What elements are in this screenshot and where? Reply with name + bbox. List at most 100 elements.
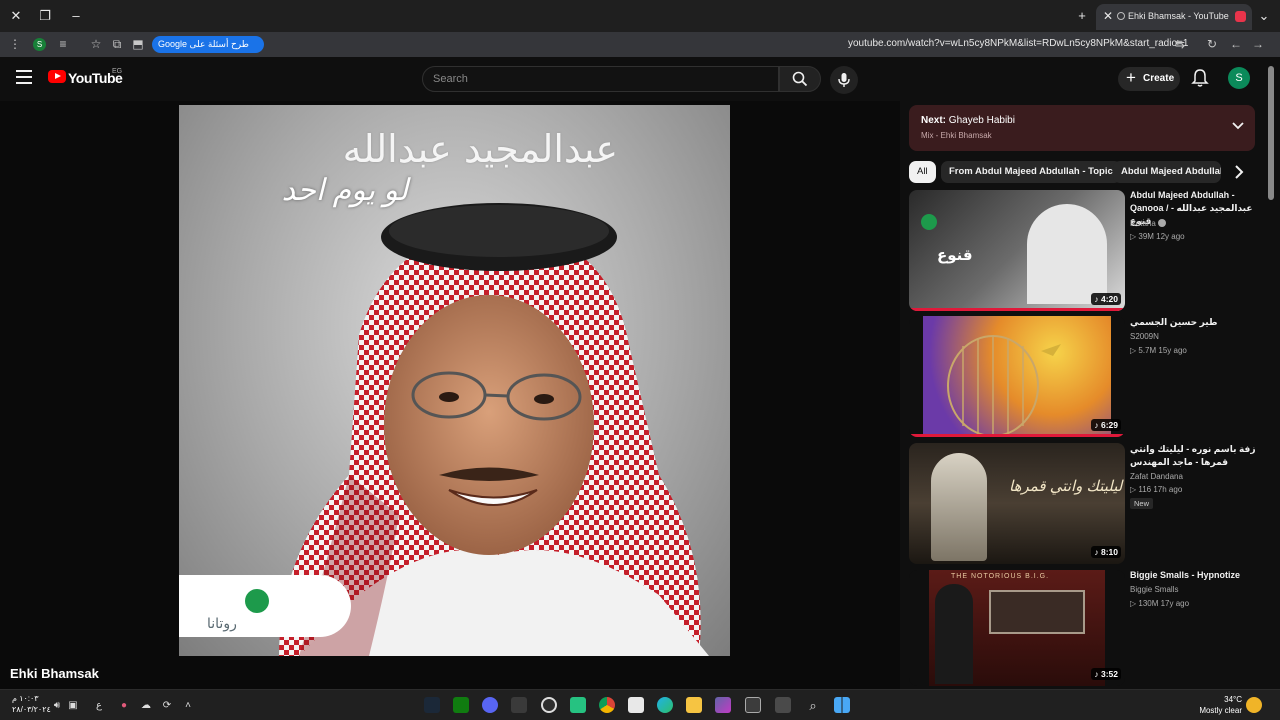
address-bar-url[interactable]: youtube.com/watch?v=wLn5cy8NPkM&list=RDw… (848, 38, 1188, 49)
video-channel[interactable]: S2009N (1130, 332, 1159, 341)
tab-close-icon[interactable]: ✕ (1100, 8, 1116, 24)
sync-icon[interactable]: ⟳ (160, 699, 174, 713)
window-restore-icon[interactable]: ❐ (35, 6, 55, 26)
thumbnail-text: ليليتك وانتي قمرها (1009, 478, 1123, 495)
video-channel[interactable]: Rotana (1130, 219, 1167, 228)
clock-date: ٢٨/٠٣/٢٠٢٤ (12, 705, 51, 714)
bookmark-star-icon[interactable]: ☆ (87, 35, 105, 53)
edge-icon[interactable] (657, 697, 673, 713)
chevron-down-icon[interactable] (1231, 119, 1245, 133)
new-tab-icon[interactable]: + (1072, 6, 1092, 26)
rotana-logo-icon (245, 589, 269, 613)
youtube-logo-icon[interactable] (48, 70, 66, 83)
store-icon[interactable] (628, 697, 644, 713)
chevron-up-icon[interactable]: ˄ (181, 699, 195, 713)
create-button[interactable]: + Create (1118, 67, 1180, 91)
video-title[interactable]: زفة باسم نوره - ليليتك وانتي قمرها - ماج… (1130, 443, 1258, 469)
reading-list-icon[interactable]: ≡ (54, 35, 72, 53)
artist-figure (935, 584, 973, 684)
copilot-icon[interactable] (715, 697, 731, 713)
video-meta: ▷ 130M 17y ago (1130, 599, 1190, 608)
steam-icon[interactable] (424, 697, 440, 713)
notifications-bell-icon[interactable] (1191, 68, 1209, 88)
chip-from-topic[interactable]: From Abdul Majeed Abdullah - Topic (941, 161, 1121, 183)
reload-icon[interactable]: ↻ (1203, 35, 1221, 53)
up-next-title: Ghayeb Habibi (948, 115, 1015, 126)
thumbnail-figure (1027, 204, 1107, 304)
video-thumbnail[interactable]: ♪ 6:29 (909, 316, 1125, 437)
game-app-icon[interactable] (570, 697, 586, 713)
google-lens-chip[interactable]: طرح أسئلة على Google (152, 36, 264, 53)
microphone-icon (838, 73, 850, 87)
windows-start-icon[interactable] (834, 697, 850, 713)
album-cover-art[interactable]: عبدالمجيد عبدالله لو يوم احد روتانا (179, 105, 730, 656)
bride-figure (931, 453, 987, 561)
video-thumbnail[interactable]: ليليتك وانتي قمرها ♪ 8:10 (909, 443, 1125, 564)
chevron-right-icon[interactable] (1228, 161, 1250, 183)
up-next-line: Next: Ghayeb Habibi (921, 115, 1015, 126)
create-label: Create (1143, 73, 1175, 84)
video-thumbnail[interactable]: قنوع ♪ 4:20 (909, 190, 1125, 311)
microphone-icon[interactable]: ● (117, 699, 131, 713)
chip-all[interactable]: All (909, 161, 936, 183)
chip-artist[interactable]: Abdul Majeed Abdullah (1113, 161, 1221, 183)
search-button[interactable] (779, 66, 821, 92)
video-channel-name[interactable]: Ehki Bhamsak (10, 666, 99, 681)
video-thumbnail[interactable]: THE NOTORIOUS B.I.G. ♪ 3:52 (909, 570, 1125, 686)
video-title[interactable]: طير حسين الجسمي (1130, 316, 1258, 329)
video-title[interactable]: Biggie Smalls - Hypnotize (1130, 569, 1258, 582)
window-minimize-icon[interactable]: – (66, 6, 86, 26)
sidebar-scrollbar[interactable] (1268, 66, 1274, 686)
birdcage-icon (947, 335, 1061, 437)
share-icon[interactable]: ⧉ (108, 35, 126, 53)
video-channel[interactable]: Zafat Dandana (1130, 472, 1183, 481)
thumbnail-image (923, 316, 1111, 437)
scrollbar-thumb[interactable] (1268, 66, 1274, 200)
weather-temperature: 34°C (1224, 695, 1242, 704)
discord-icon[interactable] (482, 697, 498, 713)
video-meta: ▷ 39M 12y ago (1130, 232, 1185, 241)
weather-widget[interactable]: 34°C Mostly clear (1198, 694, 1242, 716)
chrome-icon[interactable] (599, 697, 615, 713)
video-channel[interactable]: Biggie Smalls (1130, 585, 1178, 594)
up-next-panel[interactable]: Next: Ghayeb Habibi Mix - Ehki Bhamsak (909, 105, 1255, 151)
chrome-menu-icon[interactable]: ⋮ (6, 35, 24, 53)
back-icon[interactable]: → (1249, 35, 1267, 53)
tab-search-icon[interactable]: ⌄ (1254, 6, 1274, 26)
hamburger-menu-icon[interactable] (16, 70, 32, 84)
watch-progress-bar (909, 308, 1125, 311)
input-language[interactable]: ع (92, 699, 106, 713)
country-code: EG (112, 68, 123, 75)
browser-tab[interactable]: ✕ Ehki Bhamsak - YouTube (1096, 4, 1252, 30)
pen-app-icon[interactable] (511, 697, 527, 713)
game-bar-icon[interactable] (745, 697, 761, 713)
search-input[interactable] (423, 67, 778, 91)
xbox-icon[interactable] (453, 697, 469, 713)
window-close-icon[interactable]: ✕ (6, 6, 26, 26)
account-avatar[interactable]: S (1228, 67, 1250, 89)
system-clock[interactable]: ١٠:٠٣ م ٢٨/٠٣/٢٠٢٤ (12, 693, 51, 715)
install-app-icon[interactable]: ⬒ (129, 35, 147, 53)
network-icon[interactable]: ▣ (66, 699, 80, 713)
search-icon (792, 71, 808, 87)
tab-youtube-icon (1235, 11, 1246, 22)
browser-toolbar: ⋮ S ≡ ☆ ⧉ ⬒ طرح أسئلة على Google youtube… (0, 32, 1280, 57)
weather-text: Mostly clear (1199, 706, 1242, 715)
search-icon[interactable]: ⌕ (806, 699, 820, 713)
voice-search-button[interactable] (830, 66, 858, 94)
hearse-shape (989, 590, 1085, 634)
forward-icon[interactable]: ← (1227, 35, 1245, 53)
video-duration: ♪ 4:20 (1091, 293, 1121, 305)
thumbnail-image: THE NOTORIOUS B.I.G. (929, 570, 1105, 686)
file-explorer-icon[interactable] (686, 697, 702, 713)
weather-moon-icon (1246, 697, 1262, 713)
site-settings-icon[interactable]: ⇆ (1171, 35, 1189, 53)
volume-icon[interactable]: 🔊︎ (50, 699, 64, 713)
task-view-icon[interactable] (775, 697, 791, 713)
rotana-logo-icon (921, 214, 937, 230)
tab-favicon-icon (1117, 12, 1125, 20)
profile-icon[interactable]: S (33, 38, 46, 51)
settings-gear-icon[interactable] (541, 697, 557, 713)
onedrive-icon[interactable]: ☁ (139, 699, 153, 713)
windows-taskbar: ١٠:٠٣ م ٢٨/٠٣/٢٠٢٤ 🔊︎ ▣ ع ● ☁ ⟳ ˄ ⌕ 34°C… (0, 689, 1280, 720)
